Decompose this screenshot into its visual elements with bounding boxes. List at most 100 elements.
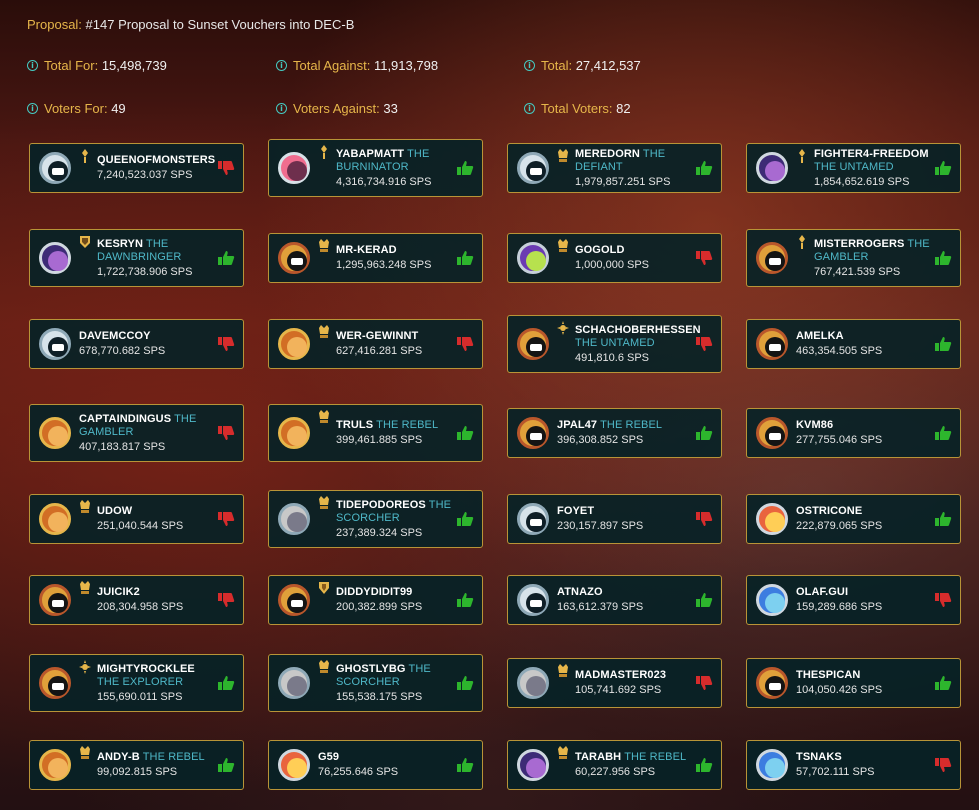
voter-name-line[interactable]: AMELKA xyxy=(796,330,930,343)
voter-card[interactable]: OLAF.GUI 159,289.686 SPS xyxy=(746,575,961,625)
info-icon[interactable]: i xyxy=(27,103,38,114)
thumbs-up-icon[interactable] xyxy=(217,757,235,773)
voter-name-line[interactable]: TARABH THE REBEL xyxy=(575,751,691,764)
voter-name[interactable]: UDOW xyxy=(97,505,132,517)
voter-name-line[interactable]: YABAPMATT THE BURNINATOR xyxy=(336,148,452,174)
voter-name-line[interactable]: G59 xyxy=(318,751,452,764)
info-icon[interactable]: i xyxy=(276,103,287,114)
voter-name[interactable]: QUEENOFMONSTERS xyxy=(97,154,215,166)
avatar[interactable] xyxy=(756,584,788,616)
voter-name-line[interactable]: MADMASTER023 xyxy=(575,669,691,682)
thumbs-up-icon[interactable] xyxy=(934,511,952,527)
voter-card[interactable]: WER-GEWINNT 627,416.281 SPS xyxy=(268,319,483,369)
voter-card[interactable]: UDOW 251,040.544 SPS xyxy=(29,494,244,544)
voter-card[interactable]: TSNAKS 57,702.111 SPS xyxy=(746,740,961,790)
thumbs-up-icon[interactable] xyxy=(456,160,474,176)
voter-name[interactable]: FIGHTER4-FREEDOM xyxy=(814,148,929,160)
thumbs-down-icon[interactable] xyxy=(217,425,235,441)
voter-name[interactable]: GOGOLD xyxy=(575,244,625,256)
thumbs-down-icon[interactable] xyxy=(217,336,235,352)
avatar[interactable] xyxy=(756,417,788,449)
avatar[interactable] xyxy=(39,242,71,274)
avatar[interactable] xyxy=(517,749,549,781)
avatar[interactable] xyxy=(278,503,310,535)
voter-name-line[interactable]: FIGHTER4-FREEDOM THE UNTAMED xyxy=(814,148,930,174)
avatar[interactable] xyxy=(756,242,788,274)
voter-card[interactable]: CAPTAINDINGUS THE GAMBLER 407,183.817 SPS xyxy=(29,404,244,462)
thumbs-up-icon[interactable] xyxy=(695,425,713,441)
voter-name[interactable]: YABAPMATT xyxy=(336,148,404,160)
voter-name-line[interactable]: CAPTAINDINGUS THE GAMBLER xyxy=(79,413,213,439)
info-icon[interactable]: i xyxy=(524,60,535,71)
thumbs-down-icon[interactable] xyxy=(217,511,235,527)
voter-card[interactable]: MADMASTER023 105,741.692 SPS xyxy=(507,658,722,708)
voter-name-line[interactable]: MIGHTYROCKLEE THE EXPLORER xyxy=(97,663,213,689)
thumbs-down-icon[interactable] xyxy=(695,675,713,691)
avatar[interactable] xyxy=(278,749,310,781)
voter-card[interactable]: MIGHTYROCKLEE THE EXPLORER 155,690.011 SP… xyxy=(29,654,244,712)
thumbs-up-icon[interactable] xyxy=(217,250,235,266)
voter-card[interactable]: YABAPMATT THE BURNINATOR 4,316,734.916 SP… xyxy=(268,139,483,197)
voter-name[interactable]: MADMASTER023 xyxy=(575,669,666,681)
avatar[interactable] xyxy=(756,749,788,781)
thumbs-down-icon[interactable] xyxy=(695,511,713,527)
voter-name[interactable]: G59 xyxy=(318,751,339,763)
avatar[interactable] xyxy=(517,152,549,184)
voter-name[interactable]: TRULS xyxy=(336,419,373,431)
thumbs-down-icon[interactable] xyxy=(217,160,235,176)
avatar[interactable] xyxy=(39,584,71,616)
voter-name-line[interactable]: ATNAZO xyxy=(557,586,691,599)
thumbs-up-icon[interactable] xyxy=(934,425,952,441)
voter-name-line[interactable]: SCHACHOBERHESSEN THE UNTAMED xyxy=(575,324,701,350)
voter-card[interactable]: MEREDORN THE DEFIANT 1,979,857.251 SPS xyxy=(507,143,722,193)
voter-name-line[interactable]: KVM86 xyxy=(796,419,930,432)
avatar[interactable] xyxy=(278,667,310,699)
voter-card[interactable]: MR-KERAD 1,295,963.248 SPS xyxy=(268,233,483,283)
voter-name-line[interactable]: TSNAKS xyxy=(796,751,930,764)
voter-name[interactable]: ANDY-B xyxy=(97,751,140,763)
voter-card[interactable]: MISTERROGERS THE GAMBLER 767,421.539 SPS xyxy=(746,229,961,287)
avatar[interactable] xyxy=(517,667,549,699)
thumbs-down-icon[interactable] xyxy=(695,336,713,352)
info-icon[interactable]: i xyxy=(27,60,38,71)
voter-card[interactable]: ATNAZO 163,612.379 SPS xyxy=(507,575,722,625)
thumbs-up-icon[interactable] xyxy=(456,757,474,773)
avatar[interactable] xyxy=(39,667,71,699)
voter-card[interactable]: G59 76,255.646 SPS xyxy=(268,740,483,790)
voter-card[interactable]: JUICIK2 208,304.958 SPS xyxy=(29,575,244,625)
info-icon[interactable]: i xyxy=(276,60,287,71)
voter-name[interactable]: TSNAKS xyxy=(796,751,842,763)
voter-card[interactable]: AMELKA 463,354.505 SPS xyxy=(746,319,961,369)
thumbs-down-icon[interactable] xyxy=(934,757,952,773)
avatar[interactable] xyxy=(517,328,549,360)
avatar[interactable] xyxy=(517,584,549,616)
voter-name[interactable]: JUICIK2 xyxy=(97,586,140,598)
voter-name[interactable]: TIDEPODOREOS xyxy=(336,499,426,511)
voter-card[interactable]: TRULS THE REBEL 399,461.885 SPS xyxy=(268,404,483,462)
voter-name-line[interactable]: MISTERROGERS THE GAMBLER xyxy=(814,238,930,264)
voter-card[interactable]: JPAL47 THE REBEL 396,308.852 SPS xyxy=(507,408,722,458)
voter-name-line[interactable]: THESPICAN xyxy=(796,669,930,682)
voter-name[interactable]: MR-KERAD xyxy=(336,244,397,256)
voter-name[interactable]: OLAF.GUI xyxy=(796,586,848,598)
voter-name[interactable]: MIGHTYROCKLEE xyxy=(97,663,195,675)
info-icon[interactable]: i xyxy=(524,103,535,114)
avatar[interactable] xyxy=(756,328,788,360)
thumbs-up-icon[interactable] xyxy=(934,675,952,691)
avatar[interactable] xyxy=(39,749,71,781)
voter-card[interactable]: DAVEMCCOY 678,770.682 SPS xyxy=(29,319,244,369)
thumbs-down-icon[interactable] xyxy=(456,336,474,352)
avatar[interactable] xyxy=(278,584,310,616)
voter-name[interactable]: MISTERROGERS xyxy=(814,238,904,250)
avatar[interactable] xyxy=(517,242,549,274)
thumbs-up-icon[interactable] xyxy=(695,592,713,608)
voter-name-line[interactable]: QUEENOFMONSTERS xyxy=(97,154,215,167)
avatar[interactable] xyxy=(278,242,310,274)
avatar[interactable] xyxy=(756,667,788,699)
voter-name-line[interactable]: GOGOLD xyxy=(575,244,691,257)
avatar[interactable] xyxy=(756,152,788,184)
thumbs-up-icon[interactable] xyxy=(456,425,474,441)
voter-name-line[interactable]: JPAL47 THE REBEL xyxy=(557,419,691,432)
voter-name-line[interactable]: OSTRICONE xyxy=(796,505,930,518)
voter-name[interactable]: CAPTAINDINGUS xyxy=(79,413,171,425)
